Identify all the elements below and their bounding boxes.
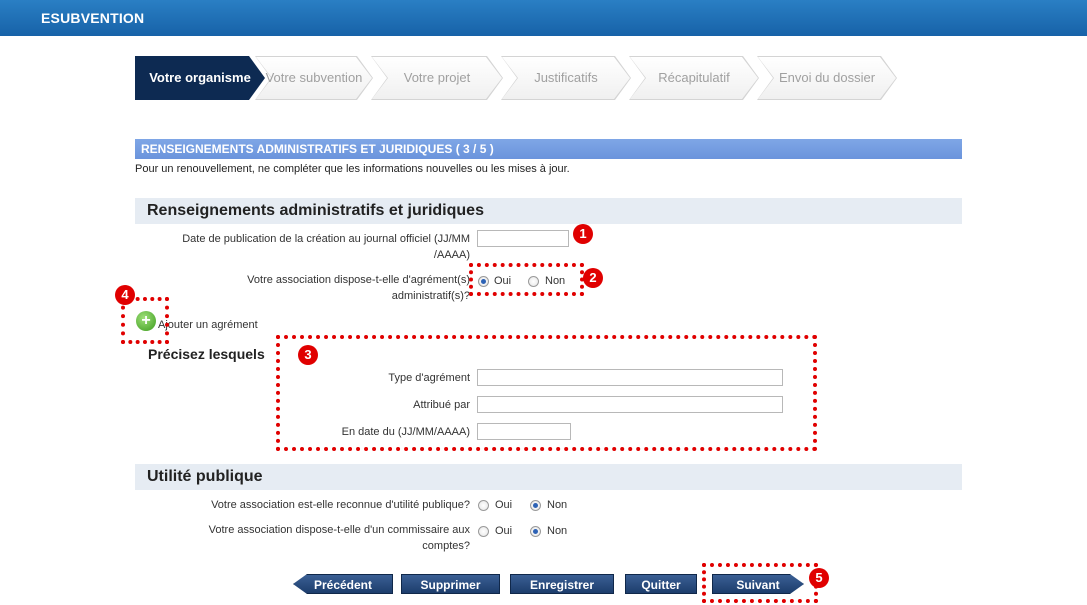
admin-heading: Renseignements administratifs et juridiq… <box>135 198 962 224</box>
add-agrement-link[interactable]: Ajouter un agrément <box>158 319 258 331</box>
precedent-button[interactable]: Précédent <box>293 574 393 594</box>
callout-badge-4: 4 <box>115 285 135 305</box>
app-header: ESUBVENTION <box>0 0 1087 36</box>
commissaire-non-label: Non <box>547 525 568 537</box>
commissaire-label: Votre association dispose-t-elle d'un co… <box>208 524 470 552</box>
utilite-oui-radio[interactable] <box>478 500 489 511</box>
callout-badge-2: 2 <box>583 268 603 288</box>
date-publication-input[interactable] <box>477 230 569 247</box>
commissaire-oui-label: Oui <box>495 525 513 537</box>
step-recapitulatif[interactable]: Récapitulatif <box>629 56 759 100</box>
section-title: RENSEIGNEMENTS ADMINISTRATIFS ET JURIDIQ… <box>135 139 962 159</box>
quitter-button[interactable]: Quitter <box>625 574 697 594</box>
utilite-heading: Utilité publique <box>135 464 962 490</box>
commissaire-oui-radio[interactable] <box>478 526 489 537</box>
step-votre-organisme[interactable]: Votre organisme <box>135 56 265 100</box>
supprimer-button[interactable]: Supprimer <box>401 574 500 594</box>
step-votre-subvention[interactable]: Votre subvention <box>255 56 373 100</box>
commissaire-non-radio[interactable] <box>530 526 541 537</box>
precisez-heading: Précisez lesquels <box>148 346 265 362</box>
utilite-q1-label: Votre association est-elle reconnue d'ut… <box>211 499 470 511</box>
enregistrer-button[interactable]: Enregistrer <box>510 574 614 594</box>
callout-box-3 <box>276 335 817 451</box>
callout-badge-5: 5 <box>809 568 829 588</box>
step-justificatifs[interactable]: Justificatifs <box>501 56 631 100</box>
app-title: ESUBVENTION <box>41 10 145 26</box>
utilite-non-label: Non <box>547 499 568 511</box>
step-votre-projet[interactable]: Votre projet <box>371 56 503 100</box>
callout-box-2 <box>469 263 584 296</box>
callout-box-5 <box>702 563 818 603</box>
date-publication-label: Date de publication de la création au jo… <box>182 233 470 261</box>
utilite-non-radio[interactable] <box>530 500 541 511</box>
section-intro: Pour un renouvellement, ne compléter que… <box>135 163 570 175</box>
utilite-oui-label: Oui <box>495 499 513 511</box>
callout-badge-1: 1 <box>573 224 593 244</box>
callout-badge-3: 3 <box>298 345 318 365</box>
agrement-label: Votre association dispose-t-elle d'agrém… <box>247 274 470 302</box>
wizard-steps: Votre organisme Votre subvention Votre p… <box>135 56 897 100</box>
step-envoi-du-dossier[interactable]: Envoi du dossier <box>757 56 897 100</box>
